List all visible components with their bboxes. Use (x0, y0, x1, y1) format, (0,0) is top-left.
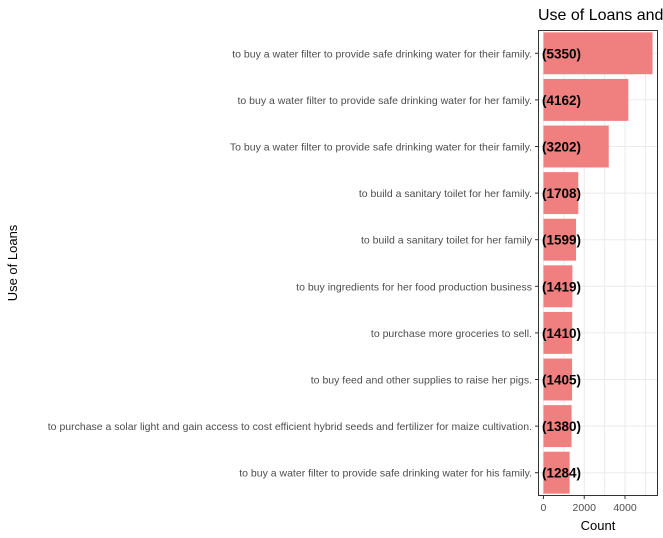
category-label: to buy feed and other supplies to raise … (311, 375, 532, 387)
x-tick-label: 2000 (573, 502, 597, 514)
data-label: (1419) (542, 279, 581, 294)
data-label: (5350) (542, 46, 581, 61)
category-label: to buy a water filter to provide safe dr… (237, 95, 532, 107)
category-labels: to buy a water filter to provide safe dr… (48, 48, 538, 480)
data-label: (1410) (542, 326, 581, 341)
x-axis-title: Count (581, 518, 616, 533)
category-label: to purchase more groceries to sell. (371, 328, 532, 340)
y-axis-title: Use of Loans (5, 224, 20, 301)
x-tick-label: 0 (541, 502, 547, 514)
category-label: to buy a water filter to provide safe dr… (232, 48, 532, 60)
x-axis-ticks: 0 2000 4000 (541, 496, 637, 514)
category-label: to purchase a solar light and gain acces… (48, 421, 532, 433)
x-tick-label: 4000 (613, 502, 637, 514)
category-label: to buy ingredients for her food producti… (296, 281, 532, 293)
data-label: (3202) (542, 140, 581, 155)
chart: (5350) (4162) (3202) (1708) (1599) (1419) (141… (0, 0, 663, 538)
data-label: (1599) (542, 233, 581, 248)
data-label: (1284) (542, 466, 581, 481)
data-label: (1708) (542, 186, 581, 201)
bar-chart-svg: (5350) (4162) (3202) (1708) (1599) (1419) (141… (5, 7, 663, 533)
category-label: To buy a water filter to provide safe dr… (230, 142, 532, 154)
category-label: to buy a water filter to provide safe dr… (239, 468, 532, 480)
data-label: (4162) (542, 93, 581, 108)
data-label: (1380) (542, 419, 581, 434)
data-label: (1405) (542, 373, 581, 388)
category-label: to build a sanitary toilet for her famil… (361, 235, 533, 247)
category-label: to build a sanitary toilet for her famil… (359, 188, 532, 200)
chart-title: Use of Loans and (538, 7, 663, 24)
